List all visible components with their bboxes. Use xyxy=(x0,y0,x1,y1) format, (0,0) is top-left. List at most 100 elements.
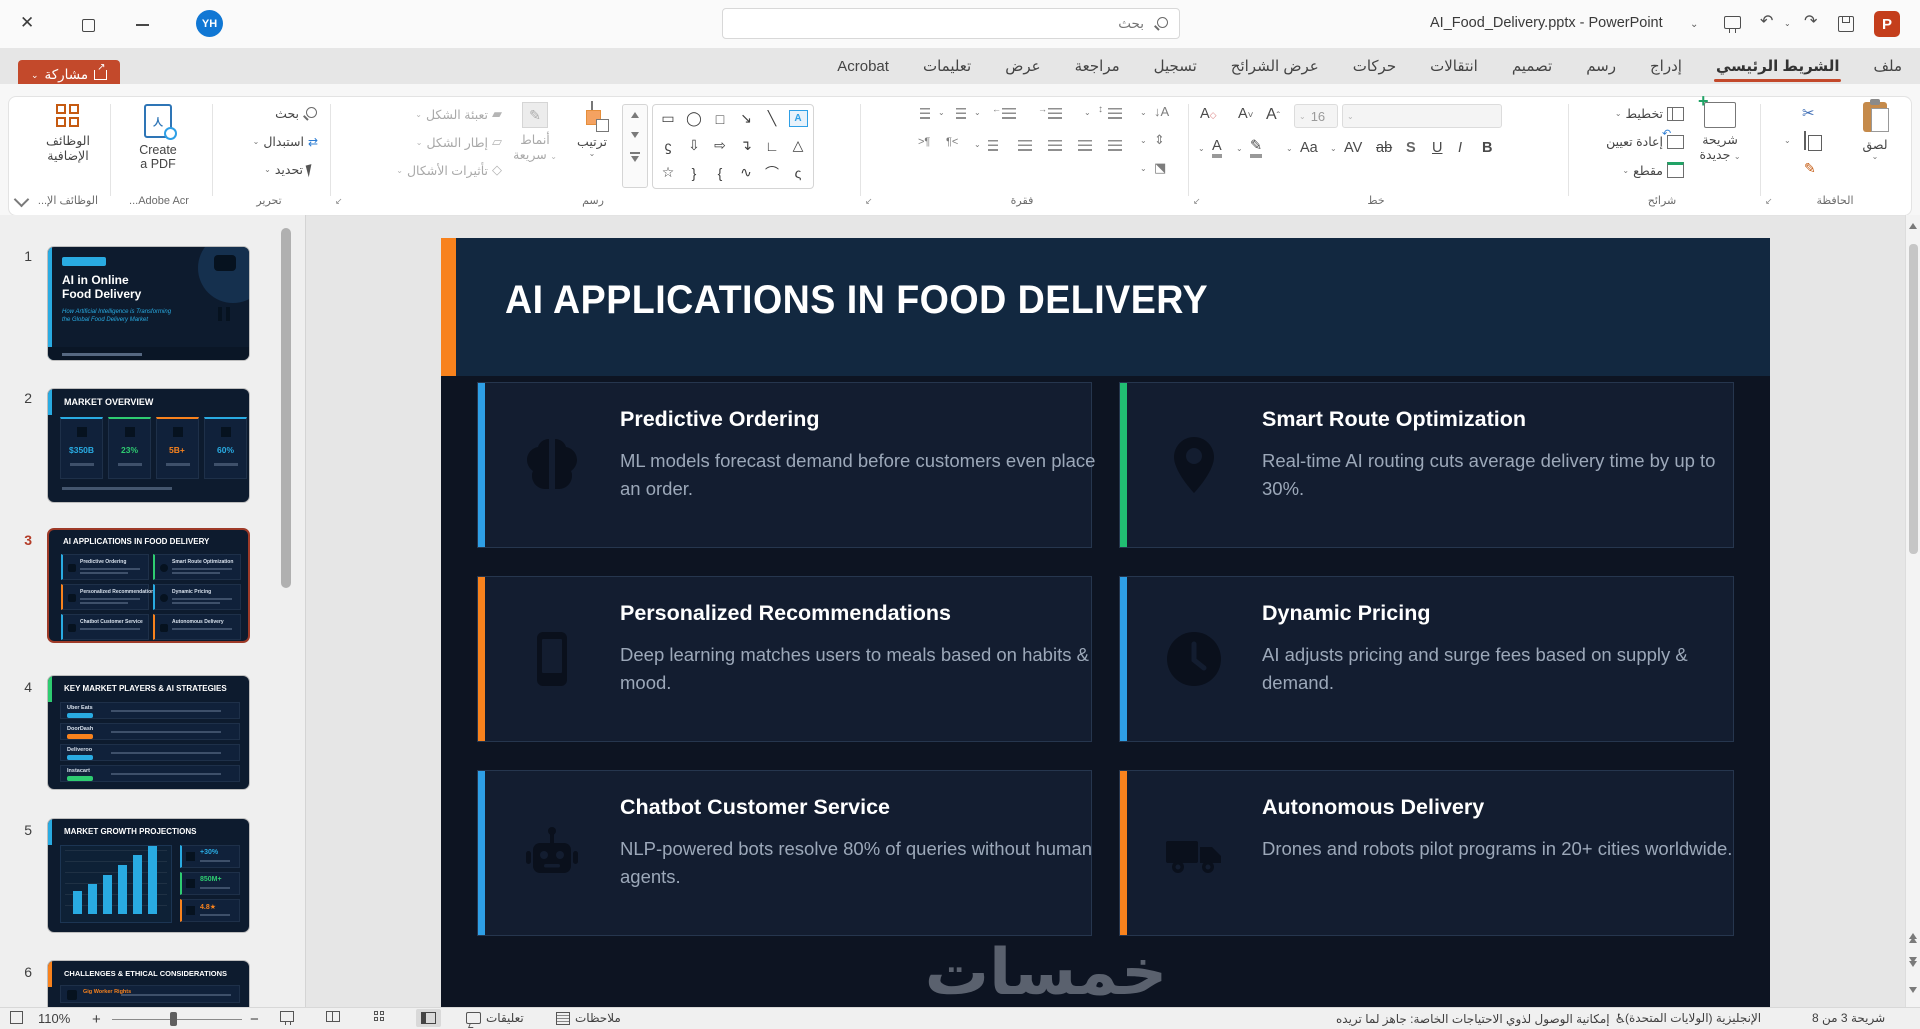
line-spacing-icon[interactable] xyxy=(1108,108,1122,119)
search-box[interactable] xyxy=(722,8,1180,39)
text-shadow-icon[interactable]: S xyxy=(1406,140,1416,156)
thumbnail-slide-4[interactable]: KEY MARKET PLAYERS & AI STRATEGIES Uber … xyxy=(47,675,250,790)
save-icon[interactable] xyxy=(1838,16,1854,32)
line-spacing-dropdown-icon[interactable]: ⌄ xyxy=(1084,108,1091,117)
avatar[interactable]: YH xyxy=(196,10,223,37)
previous-slide-button[interactable] xyxy=(1906,933,1920,943)
tab-file[interactable]: ملف xyxy=(1871,53,1904,79)
tab-help[interactable]: تعليمات xyxy=(921,53,973,79)
shrink-font-icon[interactable]: A˅ xyxy=(1238,106,1254,122)
shape-curve-icon[interactable]: ∿ xyxy=(733,159,759,186)
text-highlight-icon[interactable]: ✎ xyxy=(1250,138,1263,158)
dialog-launcher-icon[interactable]: ↙ xyxy=(865,196,873,207)
find-button[interactable]: بحث xyxy=(275,106,318,121)
scroll-up-icon[interactable] xyxy=(1909,223,1917,229)
thumbnail-slide-5[interactable]: MARKET GROWTH PROJECTIONS +30% 850M+ 4.8… xyxy=(47,818,250,933)
text-direction-dropdown-icon[interactable]: ⌄ xyxy=(1140,108,1147,117)
new-slide-button[interactable]: شريحة جديدة ⌄ xyxy=(1688,91,1752,162)
shape-line-icon[interactable]: ╲ xyxy=(759,105,785,132)
thumbnail-slide-3-selected[interactable]: AI APPLICATIONS IN FOOD DELIVERY Predict… xyxy=(47,528,250,643)
numbering-icon[interactable] xyxy=(956,108,966,119)
font-name-input[interactable] xyxy=(1356,107,1497,125)
section-button[interactable]: مقطع ⌄ xyxy=(1622,162,1684,178)
chevron-down-icon[interactable]: ⌄ xyxy=(1690,19,1698,30)
layout-button[interactable]: تخطيط ⌄ xyxy=(1615,106,1684,121)
zoom-slider-thumb[interactable] xyxy=(170,1012,177,1026)
shape-effects-button[interactable]: ◇ تأثيرات الأشكال ⌄ xyxy=(372,162,502,178)
shape-elbow-arrow-icon[interactable]: ↴ xyxy=(733,132,759,159)
font-name-box[interactable]: ⌄ xyxy=(1342,104,1502,128)
character-spacing-icon[interactable]: AV xyxy=(1344,140,1362,156)
tab-acrobat[interactable]: Acrobat xyxy=(835,54,891,79)
notes-button[interactable]: ملاحظات xyxy=(556,1011,621,1025)
shape-outline-button[interactable]: ▱ إطار الشكل ⌄ xyxy=(384,134,502,150)
shape-scribble-icon[interactable]: ς xyxy=(785,159,811,186)
convert-smartart-dropdown-icon[interactable]: ⌄ xyxy=(1140,164,1147,173)
create-pdf-button[interactable]: 人 Create a PDF xyxy=(128,104,188,171)
clear-formatting-icon[interactable]: A◇ xyxy=(1200,106,1217,122)
rtl-paragraph-icon[interactable]: ¶< xyxy=(946,136,958,148)
vertical-scrollbar[interactable] xyxy=(1905,215,1920,1007)
align-center-icon[interactable] xyxy=(1078,140,1092,151)
shape-rect-icon[interactable]: □ xyxy=(707,105,733,132)
card-chatbot-customer-service[interactable]: Chatbot Customer Service NLP-powered bot… xyxy=(477,770,1092,936)
gallery-up-icon[interactable] xyxy=(631,112,639,118)
close-icon[interactable]: ✕ xyxy=(20,14,34,31)
zoom-slider[interactable] xyxy=(112,1012,242,1026)
tab-record[interactable]: تسجيل xyxy=(1152,53,1199,79)
font-color-dropdown-icon[interactable]: ⌄ xyxy=(1198,144,1205,153)
char-spacing-dropdown-icon[interactable]: ⌄ xyxy=(1330,144,1337,153)
ltr-paragraph-icon[interactable]: >¶ xyxy=(918,136,930,148)
shape-right-arrow-icon[interactable]: ⇨ xyxy=(707,132,733,159)
card-dynamic-pricing[interactable]: Dynamic Pricing AI adjusts pricing and s… xyxy=(1119,576,1734,742)
accessibility-status[interactable]: ♿ إمكانية الوصول لذوي الاحتياجات الخاصة:… xyxy=(1336,1011,1626,1027)
slideshow-view-button[interactable] xyxy=(280,1011,294,1025)
align-text-icon[interactable]: ⇕ xyxy=(1154,132,1165,148)
tab-slideshow[interactable]: عرض الشرائح xyxy=(1229,53,1321,79)
thumbnail-slide-6[interactable]: CHALLENGES & ETHICAL CONSIDERATIONS Gig … xyxy=(47,960,250,1007)
shape-star-icon[interactable]: ☆ xyxy=(655,159,681,186)
thumbnail-panel-scrollbar[interactable] xyxy=(281,228,291,588)
arrange-button[interactable]: ترتيب ⌄ xyxy=(566,101,618,158)
indent-more-icon[interactable] xyxy=(1048,108,1062,119)
bold-icon[interactable]: B xyxy=(1482,140,1492,156)
slide-canvas[interactable]: AI APPLICATIONS IN FOOD DELIVERY Predict… xyxy=(441,238,1770,1007)
thumbnail-slide-2[interactable]: MARKET OVERVIEW $350B 23% 5B+ 60% xyxy=(47,388,250,503)
undo-icon[interactable]: ↶ xyxy=(1760,14,1773,30)
shape-arc-icon[interactable]: ⌒ xyxy=(759,159,785,186)
present-from-beginning-icon[interactable] xyxy=(1724,16,1741,33)
redo-icon[interactable]: ↷ xyxy=(1804,14,1817,30)
shape-brace-right-icon[interactable]: } xyxy=(681,159,707,186)
numbering-dropdown-icon[interactable]: ⌄ xyxy=(974,108,981,117)
dialog-launcher-icon[interactable]: ↙ xyxy=(1765,196,1773,207)
restore-window-icon[interactable] xyxy=(82,15,98,32)
dialog-launcher-icon[interactable]: ↙ xyxy=(335,196,343,207)
paste-button[interactable]: لصق ⌄ xyxy=(1846,99,1904,161)
thumbnail-slide-1[interactable]: AI in Online Food Delivery How Artificial… xyxy=(47,246,250,361)
columns-icon[interactable] xyxy=(988,140,998,151)
next-slide-button[interactable] xyxy=(1906,957,1920,967)
shape-brace-left-icon[interactable]: { xyxy=(707,159,733,186)
card-autonomous-delivery[interactable]: Autonomous Delivery Drones and robots pi… xyxy=(1119,770,1734,936)
card-personalized-recommendations[interactable]: Personalized Recommendations Deep learni… xyxy=(477,576,1092,742)
shape-triangle-icon[interactable]: △ xyxy=(785,132,811,159)
align-text-dropdown-icon[interactable]: ⌄ xyxy=(1140,136,1147,145)
tab-view[interactable]: عرض xyxy=(1003,53,1042,79)
normal-view-button[interactable] xyxy=(416,1009,441,1027)
grow-font-icon[interactable]: Aˆ xyxy=(1266,106,1280,124)
zoom-in-button[interactable]: + xyxy=(92,1011,101,1028)
font-size-input[interactable] xyxy=(1308,107,1333,125)
shape-fill-button[interactable]: ▰ تعبئة الشكل ⌄ xyxy=(384,106,502,122)
strikethrough-icon[interactable]: ab xyxy=(1376,140,1392,156)
minimize-icon[interactable] xyxy=(136,24,149,26)
select-button[interactable]: تحديد ⌄ xyxy=(264,162,320,177)
align-left-icon[interactable] xyxy=(1048,140,1062,151)
language-status[interactable]: الإنجليزية (الولايات المتحدة) xyxy=(1625,1011,1761,1025)
convert-smartart-icon[interactable]: ⬔ xyxy=(1154,160,1166,176)
reset-button[interactable]: إعادة تعيين xyxy=(1606,127,1684,149)
slide-title[interactable]: AI APPLICATIONS IN FOOD DELIVERY xyxy=(505,278,1208,323)
shapes-gallery-scroll[interactable] xyxy=(622,104,648,188)
reading-view-button[interactable] xyxy=(326,1011,340,1022)
columns-dropdown-icon[interactable]: ⌄ xyxy=(974,140,981,149)
gallery-more-icon[interactable] xyxy=(631,155,639,162)
